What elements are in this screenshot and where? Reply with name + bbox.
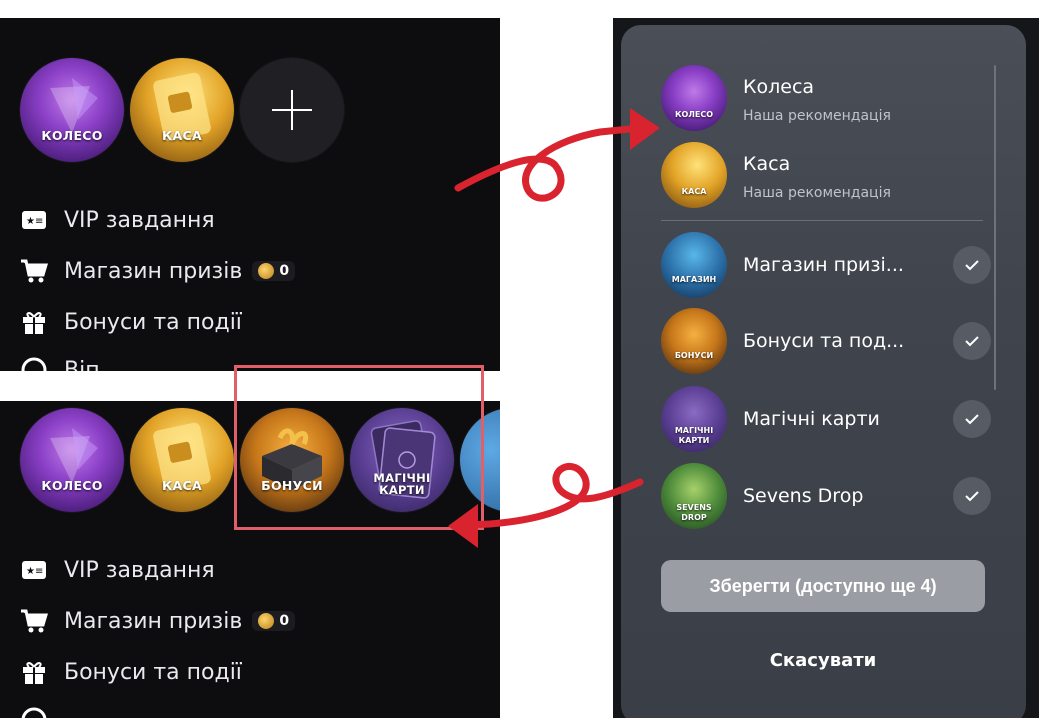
menu-item-label: Магазин призів	[64, 258, 243, 284]
shop-icon: МАГАЗИН	[661, 232, 727, 298]
customize-shortcuts-panel: КОЛЕСО Колеса Наша рекомендація КАСА Кас…	[613, 18, 1039, 718]
menu-item-label: Магазин призів	[64, 608, 243, 634]
coin-balance-badge: 0	[252, 261, 296, 281]
shortcut-label: КОЛЕСО	[41, 478, 103, 493]
cash-card-icon	[153, 422, 211, 492]
recommended-item-cash[interactable]: КАСА Каса Наша рекомендація	[661, 142, 991, 208]
save-button[interactable]: Зберегти (доступно ще 4)	[661, 560, 985, 612]
magic-cards-icon: МАГІЧНІ КАРТИ	[661, 386, 727, 452]
cart-icon	[20, 607, 48, 635]
item-subtitle: Наша рекомендація	[743, 108, 891, 124]
coin-icon	[20, 706, 48, 718]
wheel-icon: КОЛЕСО	[661, 65, 727, 131]
cash-card-icon	[153, 72, 211, 142]
shortcut-label: КАСА	[162, 478, 202, 493]
checkmark-icon	[965, 260, 979, 271]
shortcut-label: КОЛЕСО	[41, 128, 103, 143]
item-title: Магазин призі...	[743, 254, 904, 276]
item-icon-label: КОЛЕСО	[674, 110, 714, 119]
coin-count: 0	[279, 263, 290, 279]
item-icon-label: МАГІЧНІ КАРТИ	[674, 426, 714, 445]
item-title: Бонуси та под...	[743, 330, 905, 352]
coin-icon	[258, 263, 275, 279]
add-shortcut-button[interactable]	[240, 58, 344, 162]
check-toggle[interactable]	[953, 246, 991, 284]
item-icon-label: КАСА	[681, 187, 707, 196]
item-icon-label: SEVENS DROP	[676, 503, 712, 522]
cart-icon	[20, 257, 48, 285]
wheel-icon	[50, 428, 98, 483]
check-toggle[interactable]	[953, 477, 991, 515]
selected-item-bonuses[interactable]: БОНУСИ Бонуси та под...	[661, 308, 991, 374]
vip-ticket-icon: ★≡	[20, 556, 48, 584]
check-toggle[interactable]	[953, 322, 991, 360]
menu-item-bonuses-events[interactable]: Бонуси та події	[20, 308, 242, 336]
item-title: Sevens Drop	[743, 485, 864, 507]
gift-icon	[20, 308, 48, 336]
selected-item-sevens-drop[interactable]: SEVENS DROP Sevens Drop	[661, 463, 991, 529]
checkmark-icon	[965, 414, 979, 425]
menu-item-label: Бонуси та події	[64, 659, 242, 685]
menu-item-vip-tasks[interactable]: ★≡ VIP завдання	[20, 556, 215, 584]
cash-card-icon: КАСА	[661, 142, 727, 208]
selected-item-magic-cards[interactable]: МАГІЧНІ КАРТИ Магічні карти	[661, 386, 991, 452]
item-title: Магічні карти	[743, 408, 880, 430]
item-subtitle: Наша рекомендація	[743, 185, 891, 201]
shortcut-label: КАСА	[162, 128, 202, 143]
wheel-icon	[50, 78, 98, 133]
selected-item-prize-shop[interactable]: МАГАЗИН Магазин призі...	[661, 232, 991, 298]
menu-item-vip-tasks[interactable]: ★≡ VIP завдання	[20, 206, 215, 234]
shortcut-wheel[interactable]: КОЛЕСО	[20, 408, 124, 512]
menu-item-label: VIP завдання	[64, 557, 215, 583]
menu-item-prize-shop[interactable]: Магазин призів 0	[20, 257, 296, 285]
vip-ticket-icon: ★≡	[20, 206, 48, 234]
cancel-button[interactable]: Скасувати	[661, 640, 985, 680]
shortcut-cash[interactable]: КАСА	[130, 58, 234, 162]
item-title: Каса	[743, 153, 791, 175]
shortcut-wheel[interactable]: КОЛЕСО	[20, 58, 124, 162]
menu-item-label: VIP завдання	[64, 207, 215, 233]
svg-text:★≡: ★≡	[26, 216, 43, 227]
coin-count: 0	[279, 613, 290, 629]
menu-item-label: Бонуси та події	[64, 309, 242, 335]
item-icon-label: БОНУСИ	[674, 351, 714, 360]
menu-item-prize-shop[interactable]: Магазин призів 0	[20, 607, 296, 635]
highlight-annotation-box	[234, 365, 484, 530]
menu-item-bonuses-events[interactable]: Бонуси та події	[20, 658, 242, 686]
svg-text:★≡: ★≡	[26, 566, 43, 577]
menu-item-partial[interactable]	[20, 706, 64, 718]
modal-scrollbar[interactable]	[994, 65, 996, 390]
customize-shortcuts-modal: КОЛЕСО Колеса Наша рекомендація КАСА Кас…	[621, 25, 1026, 718]
sevens-drop-icon: SEVENS DROP	[661, 463, 727, 529]
shortcut-cash[interactable]: КАСА	[130, 408, 234, 512]
recommended-item-wheel[interactable]: КОЛЕСО Колеса Наша рекомендація	[661, 65, 991, 131]
item-icon-label: МАГАЗИН	[671, 275, 717, 284]
check-toggle[interactable]	[953, 400, 991, 438]
bonus-gift-icon: БОНУСИ	[661, 308, 727, 374]
checkmark-icon	[965, 491, 979, 502]
section-separator	[661, 220, 983, 221]
coin-icon	[258, 613, 275, 629]
checkmark-icon	[965, 336, 979, 347]
gift-icon	[20, 658, 48, 686]
item-title: Колеса	[743, 76, 815, 98]
coin-balance-badge: 0	[252, 611, 296, 631]
